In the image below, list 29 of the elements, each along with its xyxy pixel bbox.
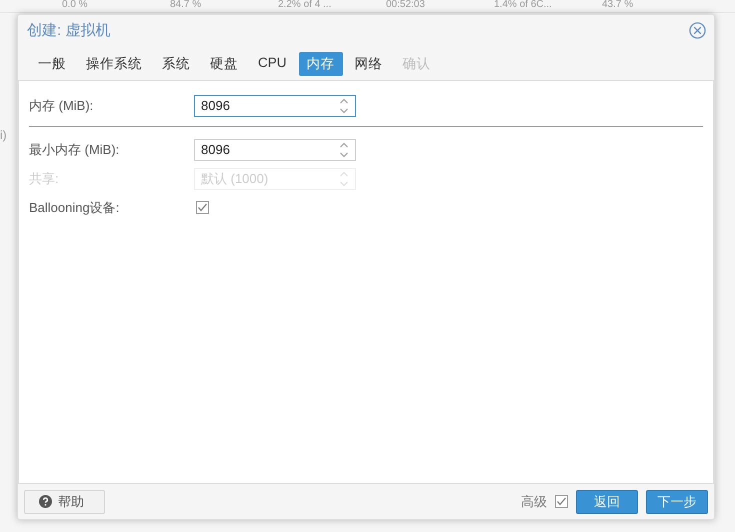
table-cell: i)	[0, 128, 7, 142]
spinner-arrows-icon[interactable]	[339, 140, 349, 158]
checkbox[interactable]	[196, 201, 209, 214]
table-cell-text: 00:52:03	[386, 0, 426, 12]
tab[interactable]: 操作系统	[78, 52, 150, 76]
close-icon[interactable]	[689, 22, 706, 38]
field-label: 内存 (MiB):	[29, 96, 94, 114]
table-cell-text: 43.7 %	[602, 0, 634, 12]
tab[interactable]: 网络	[346, 52, 391, 76]
tab[interactable]: 系统	[154, 52, 198, 76]
tab[interactable]: 硬盘	[202, 52, 246, 76]
table-cell-text: 0.0 %	[62, 0, 89, 12]
table-cell-text: 1.4% of 6C...	[494, 0, 553, 12]
tab[interactable]: 一般	[30, 52, 74, 76]
field-label: Ballooning设备:	[29, 198, 120, 216]
spinner-field[interactable]: 8096	[194, 138, 356, 160]
number-input[interactable]: 8096	[195, 96, 339, 116]
tab[interactable]: CPU	[250, 52, 295, 76]
help-button[interactable]: 帮助	[24, 490, 105, 514]
table-cell-text: 2.2% of 4 ...	[278, 0, 332, 12]
advanced-label: 高级	[521, 492, 547, 510]
table-cell-text: 84.7 %	[170, 0, 202, 12]
window-title: 创建: 虚拟机	[27, 20, 110, 40]
number-input[interactable]: 8096	[195, 140, 339, 160]
spinner-field[interactable]: 8096	[194, 94, 356, 116]
field-label: 最小内存 (MiB):	[29, 140, 120, 158]
advanced-checkbox[interactable]	[555, 495, 568, 508]
help-icon	[39, 495, 52, 508]
spinner-arrows-icon[interactable]	[339, 96, 349, 114]
